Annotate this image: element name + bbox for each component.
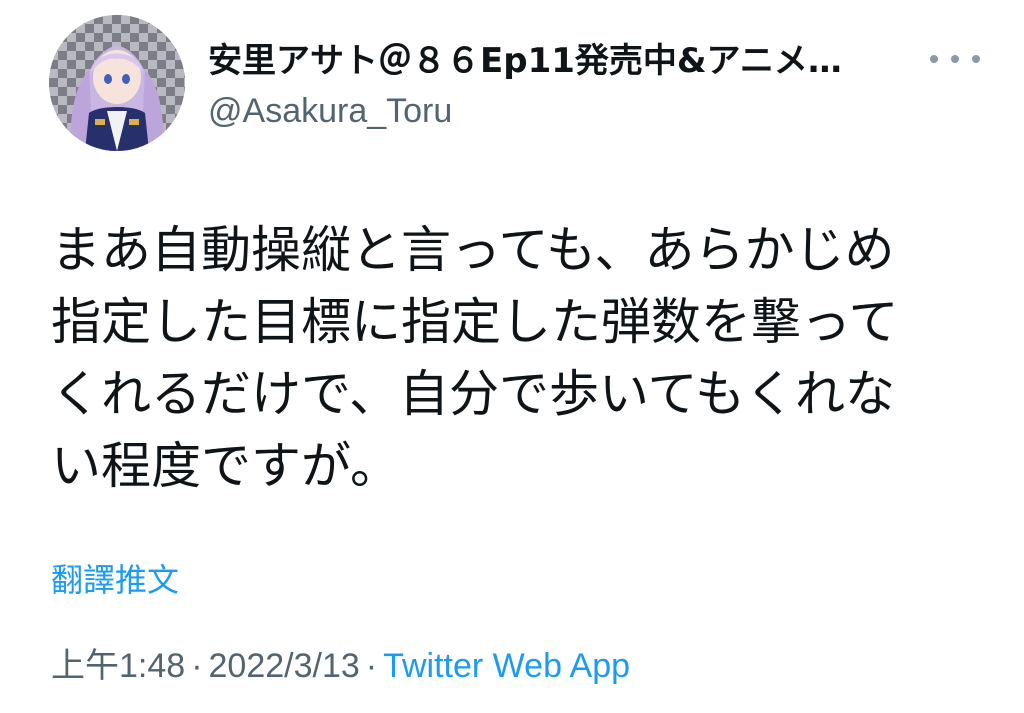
meta-separator: · [365,647,378,685]
author-info: 安里アサト＠８６Ep11発売中&アニメ… @Asakura_Toru [208,38,918,134]
more-horizontal-icon-dot [951,55,959,63]
author-handle[interactable]: @Asakura_Toru [208,88,918,134]
anime-character-avatar-icon [49,15,185,151]
more-horizontal-icon [930,55,938,63]
tweet-source-link[interactable]: Twitter Web App [383,647,630,685]
tweet-date[interactable]: 2022/3/13 [209,647,360,685]
tweet-body: まあ自動操縦と言っても、あらかじめ 指定した目標に指定した弾数を撃って くれるだ… [51,214,981,502]
translate-tweet-link[interactable]: 翻譯推文 [51,558,179,602]
more-horizontal-icon-dot [972,55,980,63]
tweet-detail: 安里アサト＠８６Ep11発売中&アニメ… @Asakura_Toru まあ自動操… [0,0,1024,713]
tweet-metadata: 上午1:48 · 2022/3/13 · Twitter Web App [51,643,630,689]
tweet-text-line: 指定した目標に指定した弾数を撃って [51,293,899,351]
meta-separator: · [191,647,203,685]
more-options-button[interactable] [930,44,980,74]
tweet-text-line: い程度ですが。 [51,437,400,495]
tweet-text-line: まあ自動操縦と言っても、あらかじめ [51,221,895,279]
author-avatar[interactable] [49,15,185,151]
tweet-time[interactable]: 上午1:48 [51,647,185,685]
tweet-text-line: くれるだけで、自分で歩いてもくれな [51,365,895,423]
author-display-name[interactable]: 安里アサト＠８６Ep11発売中&アニメ… [208,38,918,84]
